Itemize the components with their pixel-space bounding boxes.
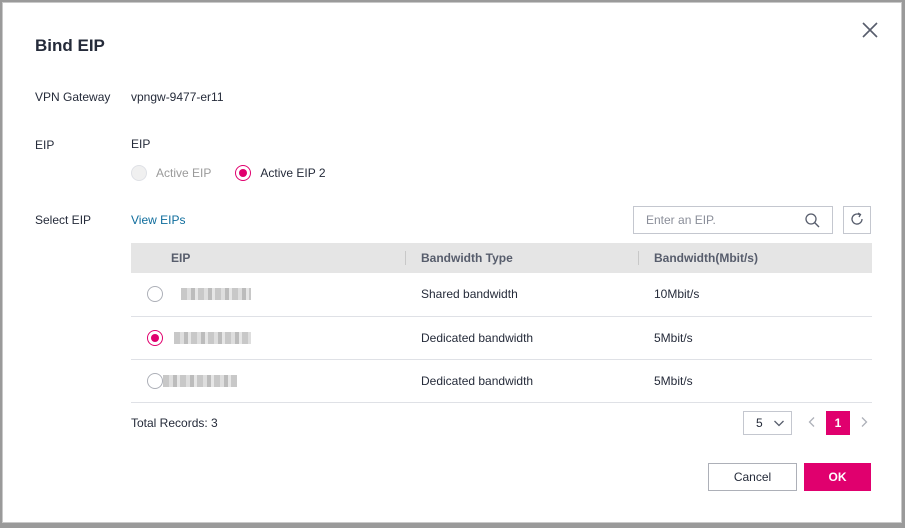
dialog-title: Bind EIP — [35, 36, 105, 55]
bandwidth-cell: 10Mbit/s — [638, 273, 872, 317]
select-eip-label: Select EIP — [35, 213, 92, 227]
eip-radio-group: Active EIP Active EIP 2 — [131, 165, 350, 181]
table-row[interactable]: Dedicated bandwidth 5Mbit/s — [131, 359, 872, 403]
bandwidth-type-cell: Shared bandwidth — [405, 273, 638, 317]
pagination: 5 1 — [743, 411, 870, 435]
bind-eip-dialog: Bind EIP VPN Gateway vpngw-9477-er11 EIP… — [2, 2, 902, 523]
close-icon[interactable] — [861, 21, 879, 39]
eip-table: EIP Bandwidth Type Bandwidth(Mbit/s) Sha… — [131, 243, 872, 403]
row-radio[interactable] — [147, 286, 163, 303]
search-icon[interactable] — [805, 213, 820, 231]
page-number-current[interactable]: 1 — [826, 411, 850, 435]
column-header-bandwidth: Bandwidth(Mbit/s) — [638, 243, 872, 273]
radio-label: Active EIP 2 — [260, 166, 326, 180]
search-input[interactable] — [646, 213, 796, 227]
page-size-select[interactable]: 5 — [743, 411, 792, 435]
vpn-gateway-label: VPN Gateway — [35, 90, 111, 104]
table-row[interactable]: Dedicated bandwidth 5Mbit/s — [131, 316, 872, 360]
total-records: Total Records: 3 — [131, 416, 218, 430]
row-radio[interactable] — [147, 329, 163, 346]
table-header-row: EIP Bandwidth Type Bandwidth(Mbit/s) — [131, 243, 872, 273]
radio-label: Active EIP — [156, 166, 212, 180]
bandwidth-cell: 5Mbit/s — [638, 316, 872, 360]
radio-circle — [235, 165, 252, 181]
row-radio[interactable] — [147, 372, 163, 389]
eip-address-redacted — [174, 331, 251, 344]
column-header-bandwidth-type: Bandwidth Type — [405, 243, 638, 273]
chevron-right-icon[interactable] — [858, 416, 870, 431]
chevron-left-icon[interactable] — [806, 416, 818, 431]
page-size-value: 5 — [756, 416, 763, 430]
radio-active-eip: Active EIP — [131, 165, 211, 181]
search-box — [633, 206, 833, 234]
eip-cell — [131, 273, 405, 317]
chevron-down-icon — [773, 417, 785, 432]
vpn-gateway-value: vpngw-9477-er11 — [131, 90, 224, 104]
eip-address-redacted — [163, 374, 237, 387]
eip-cell — [131, 359, 405, 403]
refresh-button[interactable] — [843, 206, 871, 234]
eip-label: EIP — [35, 138, 55, 152]
column-header-eip: EIP — [131, 243, 405, 273]
bandwidth-cell: 5Mbit/s — [638, 359, 872, 403]
radio-active-eip-2[interactable]: Active EIP 2 — [235, 165, 326, 181]
eip-cell — [131, 316, 405, 360]
cancel-button[interactable]: Cancel — [708, 463, 797, 491]
ok-button[interactable]: OK — [804, 463, 871, 491]
bandwidth-type-cell: Dedicated bandwidth — [405, 316, 638, 360]
bandwidth-type-cell: Dedicated bandwidth — [405, 359, 638, 403]
view-eips-link[interactable]: View EIPs — [131, 213, 185, 227]
refresh-icon — [850, 211, 864, 229]
eip-address-redacted — [181, 288, 251, 301]
radio-circle — [131, 165, 147, 181]
table-row[interactable]: Shared bandwidth 10Mbit/s — [131, 273, 872, 317]
eip-value: EIP — [131, 137, 151, 151]
